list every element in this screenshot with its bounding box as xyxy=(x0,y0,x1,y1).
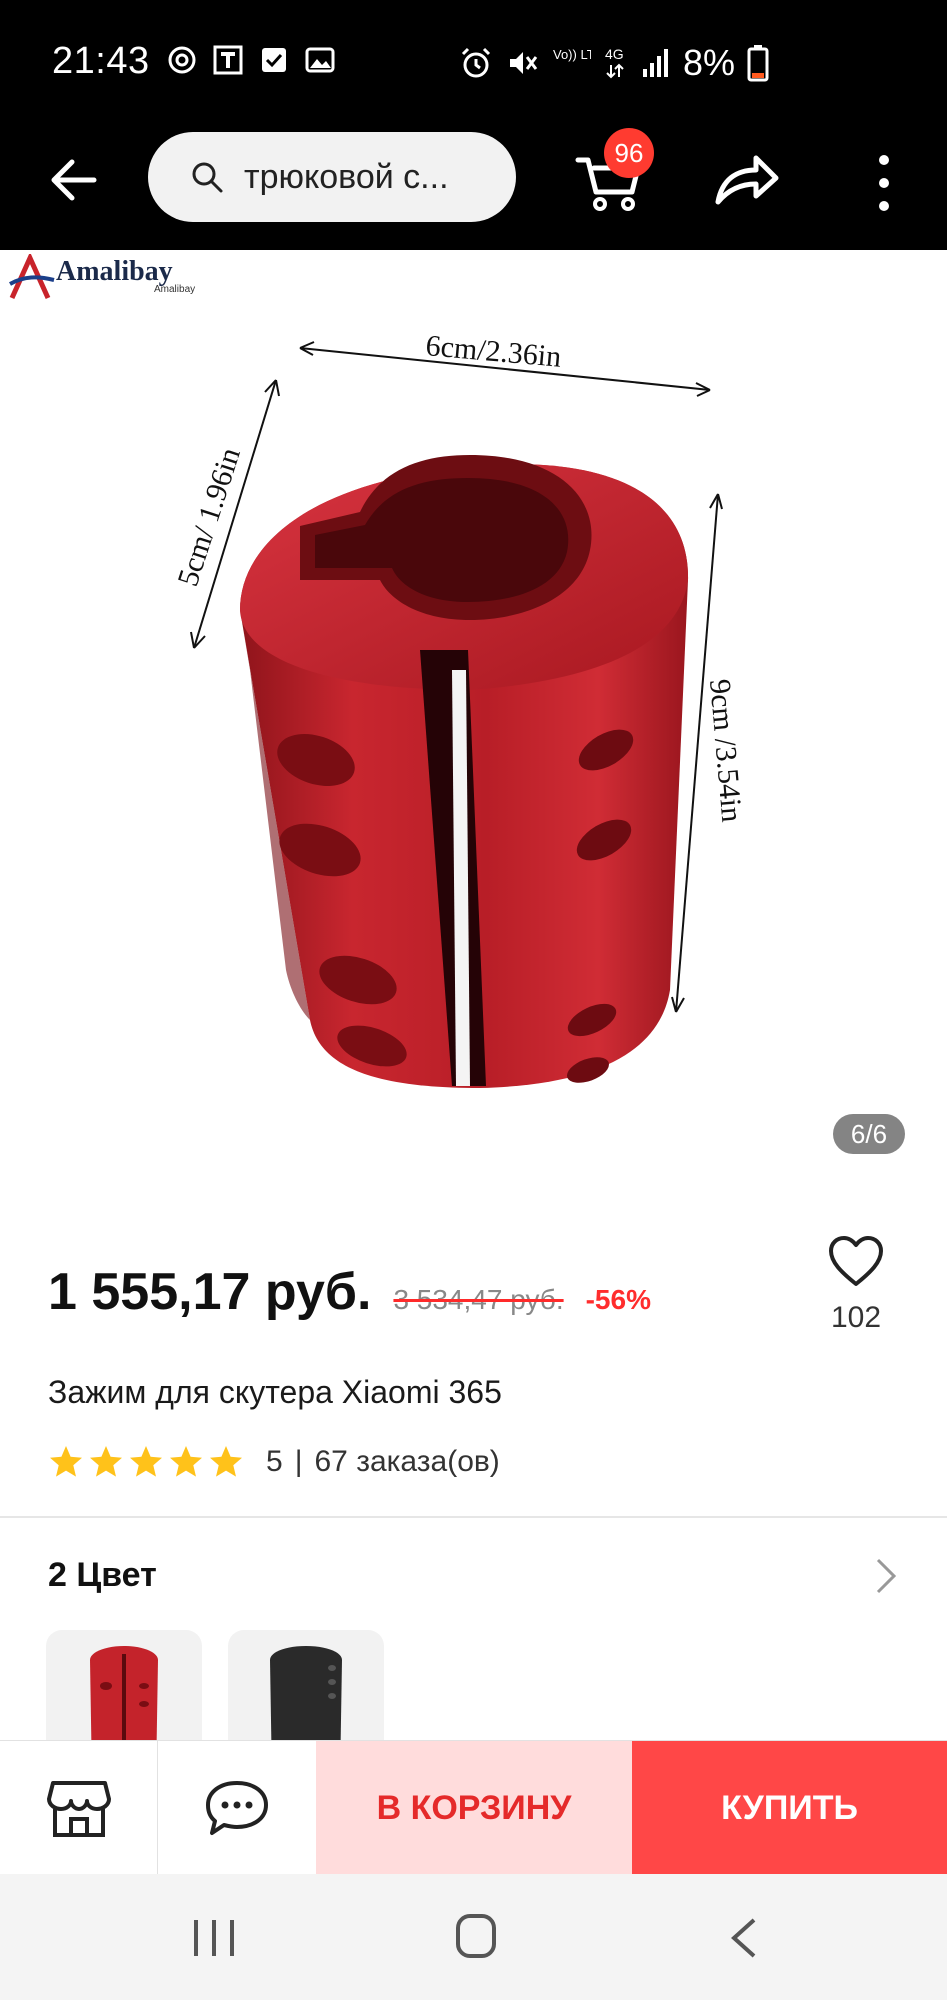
star-icon xyxy=(90,1446,122,1477)
bottom-action-bar: В КОРЗИНУ КУПИТЬ xyxy=(0,1740,947,1875)
share-icon[interactable] xyxy=(712,150,782,210)
app-bar: трюковой с... 96 xyxy=(0,124,947,250)
rating-stars xyxy=(48,1444,244,1480)
recent-apps-icon[interactable] xyxy=(190,1916,238,1960)
color-section-header[interactable]: 2 Цвет xyxy=(48,1556,157,1595)
heart-icon[interactable] xyxy=(827,1234,885,1288)
chevron-right-icon[interactable] xyxy=(874,1556,900,1596)
favorites-count: 102 xyxy=(830,1301,882,1334)
home-icon[interactable] xyxy=(454,1912,498,1960)
depth-label: 5cm/ 1.96in xyxy=(171,444,247,591)
star-icon xyxy=(170,1446,202,1477)
back-arrow-icon[interactable] xyxy=(44,150,104,210)
old-price: 3 534,47 руб. xyxy=(393,1284,564,1315)
price-row: 1 555,17 руб. 3 534,47 руб. -56% xyxy=(48,1262,651,1322)
network-label: Vo)) LTE1 xyxy=(553,47,591,62)
chat-icon xyxy=(206,1781,268,1835)
checkbox-icon xyxy=(262,48,286,72)
battery-percent: 8% xyxy=(682,42,735,83)
star-icon xyxy=(210,1446,242,1477)
product-image: 6cm/2.36in 5cm/ 1.96in 9cm /3.54in xyxy=(171,329,748,1088)
star-icon xyxy=(50,1446,82,1477)
search-bar[interactable]: трюковой с... xyxy=(148,132,516,222)
discount-badge: -56% xyxy=(585,1284,651,1315)
status-system-icons: Vo)) LTE1 4G 8% xyxy=(459,42,769,84)
more-options-icon[interactable] xyxy=(864,148,904,218)
rating-row[interactable]: 5 | 67 заказа(ов) xyxy=(48,1444,500,1480)
network-type-label: 4G xyxy=(605,46,624,62)
chat-button[interactable] xyxy=(158,1741,316,1875)
t-app-icon xyxy=(213,45,243,75)
search-input[interactable]: трюковой с... xyxy=(244,158,449,197)
add-to-cart-button[interactable]: В КОРЗИНУ xyxy=(316,1741,632,1875)
sync-icon xyxy=(168,46,196,74)
buy-now-button[interactable]: КУПИТЬ xyxy=(632,1741,947,1875)
orders-count: 67 заказа(ов) xyxy=(314,1445,500,1478)
product-title: Зажим для скутера Xiaomi 365 xyxy=(48,1374,502,1410)
favorite-button[interactable]: 102 xyxy=(822,1234,890,1335)
star-icon xyxy=(130,1446,162,1477)
status-bar: 21:43 Vo)) LTE1 4G 8% xyxy=(0,0,947,124)
status-time: 21:43 xyxy=(52,40,150,82)
alarm-icon xyxy=(461,47,491,78)
search-icon xyxy=(192,162,223,193)
product-gallery[interactable]: Amalibay Amalibay 6cm/2.36in 5cm/ 1.96in… xyxy=(0,250,947,1200)
gallery-page-indicator: 6/6 xyxy=(833,1114,905,1154)
height-label: 9cm /3.54in xyxy=(703,678,748,824)
battery-icon xyxy=(747,45,769,82)
rating-value: 5 xyxy=(266,1445,283,1478)
image-icon xyxy=(305,47,335,73)
status-notification-icons xyxy=(166,44,336,76)
store-icon xyxy=(46,1781,111,1837)
width-label: 6cm/2.36in xyxy=(424,329,562,374)
cart-badge: 96 xyxy=(604,128,654,178)
rating-separator: | xyxy=(294,1445,303,1478)
mute-icon xyxy=(509,52,538,74)
system-navigation-bar xyxy=(0,1874,947,2000)
store-button[interactable] xyxy=(0,1741,158,1875)
data-4g-icon: 4G xyxy=(605,46,624,79)
section-divider xyxy=(0,1516,947,1518)
signal-icon xyxy=(642,49,668,77)
nav-back-icon[interactable] xyxy=(724,1914,764,1962)
dimension-width: 6cm/2.36in xyxy=(299,329,711,397)
clamp-product xyxy=(240,455,689,1088)
volte-icon: Vo)) LTE1 xyxy=(553,47,591,62)
current-price: 1 555,17 руб. xyxy=(48,1263,372,1321)
